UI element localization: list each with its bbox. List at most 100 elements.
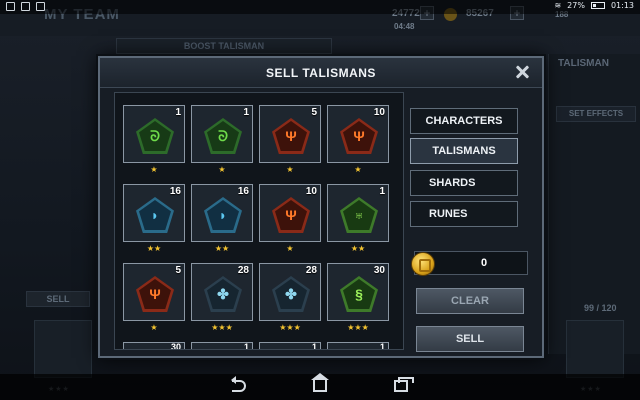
talisman-item-partial[interactable]: 30 <box>123 342 185 350</box>
talisman-glyph: ᘐ <box>218 128 228 144</box>
tab-characters[interactable]: CHARACTERS <box>410 108 518 134</box>
background-card <box>566 320 624 378</box>
talisman-count: 30 <box>170 342 181 350</box>
talisman-item-partial[interactable]: 1 <box>327 342 389 350</box>
talisman-slot-count: 99 / 120 <box>584 303 617 313</box>
talisman-item[interactable]: 5 Ψ ★ <box>123 263 185 333</box>
star-rating: ★★ <box>146 244 162 253</box>
talisman-slot: 28 ✤ <box>259 263 321 321</box>
talisman-count: 5 <box>311 107 317 118</box>
sell-talismans-dialog: SELL TALISMANS 1 ᘐ ★ 1 ᘐ ★ 5 Ψ ★ 10 Ψ ★ 16 ◗ ★★ 16 ◗ ★★ 10… <box>98 56 544 358</box>
star-rating: ★★★ <box>211 323 233 332</box>
star-rating: ★ <box>218 165 226 174</box>
talisman-slot: 16 ◗ <box>123 184 185 242</box>
background-card <box>34 320 92 378</box>
talisman-count: 1 <box>311 342 317 350</box>
talisman-glyph: § <box>355 286 363 302</box>
notification-icon <box>6 2 15 11</box>
talisman-slot: 30 § <box>327 263 389 321</box>
talisman-count: 1 <box>175 107 181 118</box>
talisman-slot: 28 ✤ <box>191 263 253 321</box>
talisman-count: 1 <box>243 107 249 118</box>
talisman-icon: ◗ <box>204 197 242 233</box>
talisman-icon: ᘐ <box>204 118 242 154</box>
talisman-icon: Ψ <box>272 197 310 233</box>
star-rating: ★ <box>286 165 294 174</box>
talisman-count: 1 <box>243 342 249 350</box>
recent-apps-icon[interactable] <box>394 377 414 392</box>
talisman-slot: 5Ψ <box>123 263 185 321</box>
talisman-icon-inner: ◗ <box>139 200 171 230</box>
talisman-slot: 1ᘐ <box>191 105 253 163</box>
battery-percent: 27% <box>567 1 585 10</box>
talisman-item[interactable]: 28 ✤ ★★★ <box>191 263 253 333</box>
talisman-item[interactable]: 1 ᘐ ★ <box>123 105 185 175</box>
talisman-count: 28 <box>305 265 317 276</box>
background-sell-button[interactable]: SELL <box>26 291 90 307</box>
talisman-icon-inner: Ψ <box>343 121 375 151</box>
talisman-count: 1 <box>379 186 385 197</box>
talisman-icon-inner: § <box>343 279 375 309</box>
tab-runes[interactable]: RUNES <box>410 201 518 227</box>
talisman-item[interactable]: 16 ◗ ★★ <box>123 184 185 254</box>
talisman-item-partial[interactable]: 1 <box>191 342 253 350</box>
clock: 01:13 <box>610 1 634 10</box>
battery-icon <box>590 2 605 9</box>
talisman-grid-items: 1 ᘐ ★ 1 ᘐ ★ 5 Ψ ★ 10 Ψ ★ 16 ◗ ★★ 16 ◗ ★★ 10 Ψ ★ 1 ♅ ★★ 5 Ψ ★ 28 ✤ ★★★… <box>123 105 389 333</box>
tab-shards[interactable]: SHARDS <box>410 170 518 196</box>
talisman-item[interactable]: 1 ♅ ★★ <box>327 184 389 254</box>
talisman-count: 10 <box>373 107 385 118</box>
talisman-item[interactable]: 10 Ψ ★ <box>327 105 389 175</box>
set-effects-button[interactable]: SET EFFECTS <box>556 106 636 122</box>
talisman-slot: 1 ♅ <box>327 184 389 242</box>
talisman-count: 28 <box>237 265 249 276</box>
talisman-glyph: ᘐ <box>150 128 160 144</box>
talisman-item[interactable]: 10 Ψ ★ <box>259 184 321 254</box>
talisman-icon-inner: ◗ <box>207 200 239 230</box>
sell-gold-total: 0 <box>411 251 528 276</box>
energy-timer: 04:48 <box>394 22 415 31</box>
wifi-icon: ≋ <box>554 1 562 10</box>
talisman-glyph: ♅ <box>353 207 365 223</box>
navigation-bar <box>0 373 640 400</box>
talisman-glyph: ◗ <box>218 207 228 223</box>
tab-talismans[interactable]: TALISMANS <box>410 138 518 164</box>
gold-coin-icon <box>411 252 435 276</box>
talisman-icon: ✤ <box>204 276 242 312</box>
talisman-item[interactable]: 30 § ★★★ <box>327 263 389 333</box>
talisman-slot: 5Ψ <box>259 105 321 163</box>
talisman-item[interactable]: 1 ᘐ ★ <box>191 105 253 175</box>
star-rating: ★★ <box>214 244 230 253</box>
talisman-grid-partial-row: 30 1 1 1 <box>123 342 389 350</box>
clear-button[interactable]: CLEAR <box>416 288 524 314</box>
sell-button[interactable]: SELL <box>416 326 524 352</box>
talisman-item-partial[interactable]: 1 <box>259 342 321 350</box>
talisman-glyph: Ψ <box>285 128 297 144</box>
talisman-slot: 10 Ψ <box>259 184 321 242</box>
home-icon[interactable] <box>311 373 329 392</box>
talisman-icon: ✤ <box>272 276 310 312</box>
talisman-item[interactable]: 28 ✤ ★★★ <box>259 263 321 333</box>
talisman-glyph: Ψ <box>149 286 161 302</box>
talisman-item[interactable]: 16 ◗ ★★ <box>191 184 253 254</box>
boost-talisman-button[interactable]: BOOST TALISMAN <box>116 38 332 54</box>
talisman-grid[interactable]: 1 ᘐ ★ 1 ᘐ ★ 5 Ψ ★ 10 Ψ ★ 16 ◗ ★★ 16 ◗ ★★ 10 Ψ ★ 1 ♅ ★★ 5 Ψ ★ 28 ✤ ★★★… <box>114 92 404 350</box>
talisman-item[interactable]: 5 Ψ ★ <box>259 105 321 175</box>
talisman-count: 30 <box>373 265 385 276</box>
talisman-icon: § <box>340 276 378 312</box>
talisman-glyph: ✤ <box>217 286 229 302</box>
back-icon[interactable] <box>231 376 246 392</box>
talisman-count: 1 <box>379 342 385 350</box>
talisman-count: 16 <box>169 186 181 197</box>
talisman-icon-inner: Ψ <box>275 121 307 151</box>
talisman-count: 16 <box>237 186 249 197</box>
talisman-icon-inner: Ψ <box>275 200 307 230</box>
close-icon[interactable] <box>514 64 530 80</box>
talisman-icon-inner: ✤ <box>207 279 239 309</box>
star-rating: ★ <box>286 244 294 253</box>
talisman-icon-inner: ᘐ <box>139 121 171 151</box>
system-indicators: ≋ 27% 01:13 <box>554 1 634 10</box>
dialog-title: SELL TALISMANS <box>266 66 376 80</box>
talisman-slot: 16 ◗ <box>191 184 253 242</box>
talisman-glyph: Ψ <box>285 207 297 223</box>
